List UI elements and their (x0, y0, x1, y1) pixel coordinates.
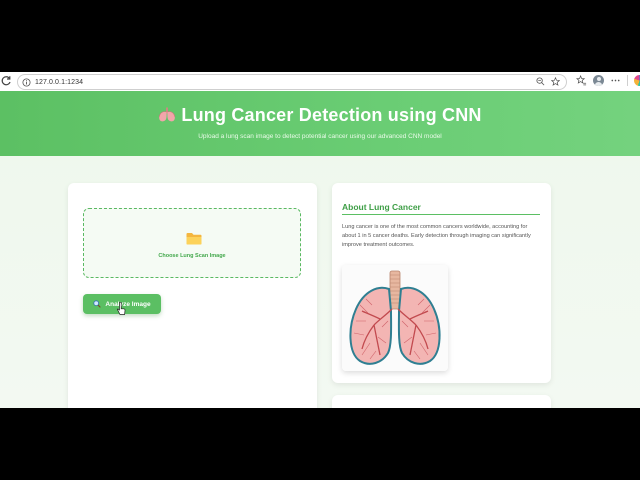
browser-toolbar: 127.0.0.1:1234 (0, 72, 640, 92)
address-bar[interactable]: 127.0.0.1:1234 (17, 74, 567, 90)
site-info-icon[interactable] (22, 77, 31, 87)
favorites-icon[interactable] (576, 75, 587, 86)
folder-icon (186, 233, 202, 245)
profile-avatar[interactable] (593, 75, 604, 86)
browser-actions (576, 75, 640, 86)
more-menu-icon[interactable] (610, 75, 621, 86)
about-title: About Lung Cancer (342, 202, 421, 212)
file-dropzone[interactable]: Choose Lung Scan Image (83, 208, 301, 278)
reload-icon[interactable] (0, 75, 12, 87)
about-description: Lung cancer is one of the most common ca… (342, 224, 531, 248)
address-bar-actions (536, 77, 560, 86)
upload-card: Choose Lung Scan Image Analyze Image (68, 183, 317, 408)
results-card (332, 395, 551, 408)
about-card: About Lung Cancer Lung cancer is one of … (332, 183, 551, 383)
search-icon (93, 300, 102, 308)
zoom-icon[interactable] (536, 77, 545, 86)
lungs-illustration-icon (342, 265, 448, 371)
page-subtitle: Upload a lung scan image to detect poten… (198, 133, 442, 140)
choose-image-label[interactable]: Choose Lung Scan Image (84, 253, 300, 259)
analyze-image-label: Analyze Image (105, 300, 151, 308)
hero-header: Lung Cancer Detection using CNN Upload a… (0, 91, 640, 156)
favorite-star-icon[interactable] (551, 77, 560, 86)
browser-viewport: 127.0.0.1:1234 Lung Cancer Detection usi… (0, 72, 640, 408)
page: Lung Cancer Detection using CNN Upload a… (0, 91, 640, 408)
mouse-cursor-icon (117, 302, 126, 315)
page-title-text: Lung Cancer Detection using CNN (181, 105, 482, 125)
url-text[interactable]: 127.0.0.1:1234 (35, 79, 83, 86)
copilot-icon[interactable] (634, 75, 640, 86)
lungs-icon (159, 107, 176, 122)
letterbox-bottom (0, 408, 640, 480)
page-title: Lung Cancer Detection using CNN (0, 105, 640, 126)
toolbar-divider (627, 75, 628, 86)
about-title-underline (342, 214, 540, 215)
letterbox-top (0, 0, 640, 72)
lung-illustration (342, 265, 448, 371)
